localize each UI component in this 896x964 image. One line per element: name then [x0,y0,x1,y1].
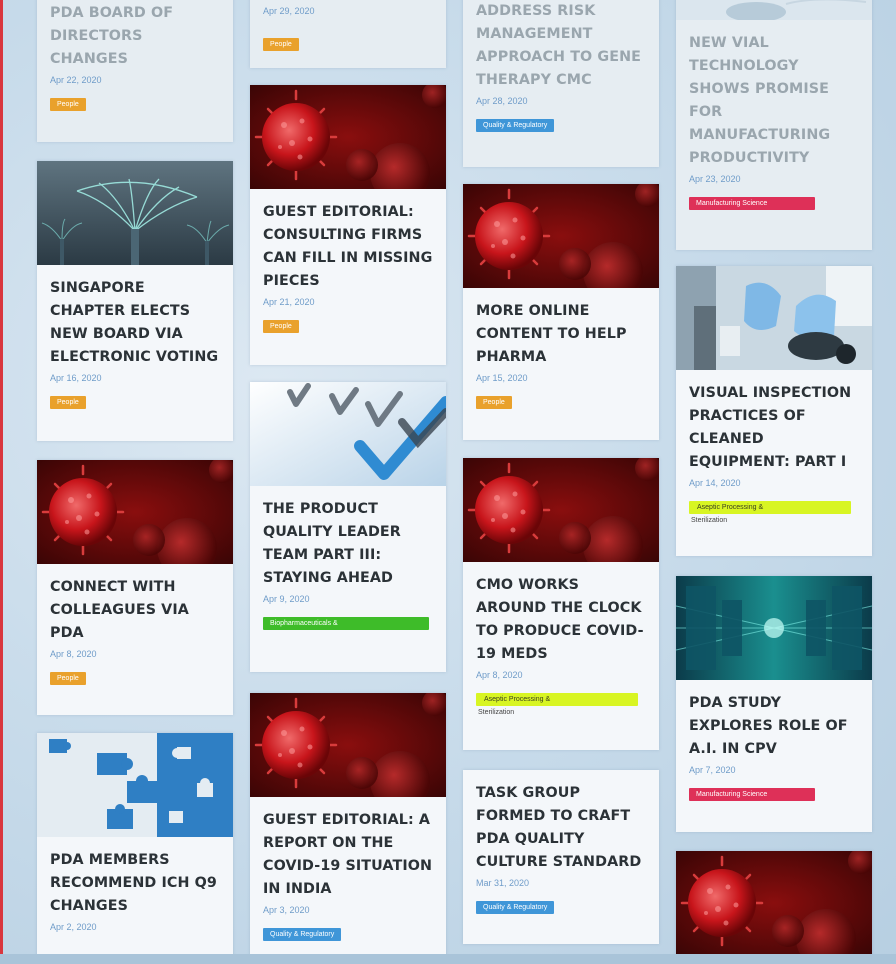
card-title[interactable]: TASK GROUP FORMED TO CRAFT PDA QUALITY C… [476,782,646,874]
card-date: Apr 15, 2020 [476,373,528,383]
card-title[interactable]: MORE ONLINE CONTENT TO HELP PHARMA [476,300,646,369]
puzzle-pieces-image[interactable] [37,733,233,837]
category-tag[interactable]: People [50,672,86,685]
news-card[interactable]: SINGAPORE CHAPTER ELECTS NEW BOARD VIA E… [37,161,233,441]
bottom-strip [0,954,896,964]
news-card[interactable]: CMO WORKS AROUND THE CLOCK TO PRODUCE CO… [463,458,659,750]
news-card[interactable]: NEW VIAL TECHNOLOGY SHOWS PROMISE FOR MA… [676,0,872,250]
data-center-image[interactable] [676,576,872,680]
coronavirus-image[interactable] [250,693,446,797]
checkmarks-image[interactable] [250,382,446,486]
card-title[interactable]: CONNECT WITH COLLEAGUES VIA PDA [50,576,220,645]
card-date: Apr 21, 2020 [263,297,315,307]
coronavirus-image[interactable] [463,184,659,288]
card-date: Apr 3, 2020 [263,905,310,915]
card-date: Apr 23, 2020 [689,174,741,184]
category-tag[interactable]: Quality & Regulatory [476,901,555,914]
category-tag[interactable]: Biopharmaceuticals & [263,617,429,630]
news-card[interactable]: CONNECT WITH COLLEAGUES VIA PDA Apr 8, 2… [37,460,233,715]
card-date: Apr 7, 2020 [689,765,736,775]
category-tag[interactable]: Aseptic Processing & [689,501,851,514]
coronavirus-image[interactable] [463,458,659,562]
category-tag[interactable]: Quality & Regulatory [263,928,342,941]
category-tag[interactable]: Quality & Regulatory [476,119,555,132]
card-title[interactable]: PDA BOARD OF DIRECTORS CHANGES [50,2,220,71]
category-tag-subtitle: Sterilization [478,709,515,716]
coronavirus-image[interactable] [250,85,446,189]
card-date: Apr 9, 2020 [263,594,310,604]
news-card[interactable]: GUEST EDITORIAL: CONSULTING FIRMS CAN FI… [250,85,446,365]
news-card[interactable]: PDA COMMENTS ADDRESS RISK MANAGEMENT APP… [463,0,659,167]
card-title[interactable]: CMO WORKS AROUND THE CLOCK TO PRODUCE CO… [476,574,646,666]
card-date: Apr 16, 2020 [50,373,102,383]
category-tag[interactable]: People [263,320,299,333]
news-card[interactable]: PDA STUDY EXPLORES ROLE OF A.I. IN CPV A… [676,576,872,832]
coronavirus-image[interactable] [37,460,233,564]
category-tag[interactable]: People [50,396,86,409]
lab-gloves-image[interactable] [676,266,872,370]
news-card[interactable]: GUEST EDITORIAL: A REPORT ON THE COVID-1… [250,693,446,964]
card-date: Apr 8, 2020 [476,670,523,680]
card-date: Apr 8, 2020 [50,649,97,659]
card-title[interactable]: VISUAL INSPECTION PRACTICES OF CLEANED E… [689,382,859,474]
news-card[interactable]: Apr 29, 2020 People [250,0,446,68]
category-tag[interactable]: Manufacturing Science [689,197,815,210]
card-date: Apr 28, 2020 [476,96,528,106]
card-date: Apr 29, 2020 [263,6,315,16]
card-title[interactable]: GUEST EDITORIAL: A REPORT ON THE COVID-1… [263,809,433,901]
news-card[interactable]: TASK GROUP FORMED TO CRAFT PDA QUALITY C… [463,770,659,944]
card-title[interactable]: GUEST EDITORIAL: CONSULTING FIRMS CAN FI… [263,201,433,293]
news-card[interactable]: PDA BOARD OF DIRECTORS CHANGES Apr 22, 2… [37,0,233,142]
news-card[interactable]: PDA MEMBERS RECOMMEND ICH Q9 CHANGES Apr… [37,733,233,964]
news-card[interactable]: THE PRODUCT QUALITY LEADER TEAM PART III… [250,382,446,672]
news-card[interactable]: VISUAL INSPECTION PRACTICES OF CLEANED E… [676,266,872,556]
category-tag[interactable]: Aseptic Processing & [476,693,638,706]
vial-image[interactable] [676,0,872,20]
category-tag[interactable]: People [476,396,512,409]
card-title[interactable]: THE PRODUCT QUALITY LEADER TEAM PART III… [263,498,433,590]
category-tag-subtitle: Sterilization [691,517,728,524]
card-title[interactable]: PDA STUDY EXPLORES ROLE OF A.I. IN CPV [689,692,859,761]
news-card[interactable]: MORE ONLINE CONTENT TO HELP PHARMA Apr 1… [463,184,659,440]
card-title[interactable]: PDA MEMBERS RECOMMEND ICH Q9 CHANGES [50,849,220,918]
category-tag[interactable]: Manufacturing Science [689,788,815,801]
card-date: Mar 31, 2020 [476,878,530,888]
card-date: Apr 22, 2020 [50,75,102,85]
left-border [0,0,3,964]
category-tag[interactable]: People [263,38,299,51]
card-title[interactable]: NEW VIAL TECHNOLOGY SHOWS PROMISE FOR MA… [689,32,859,170]
category-tag[interactable]: People [50,98,86,111]
card-date: Apr 2, 2020 [50,922,97,932]
news-card[interactable] [676,851,872,964]
card-date: Apr 14, 2020 [689,478,741,488]
card-title[interactable]: SINGAPORE CHAPTER ELECTS NEW BOARD VIA E… [50,277,220,369]
coronavirus-image[interactable] [676,851,872,955]
singapore-gardens-image[interactable] [37,161,233,265]
card-title[interactable]: PDA COMMENTS ADDRESS RISK MANAGEMENT APP… [476,0,646,92]
